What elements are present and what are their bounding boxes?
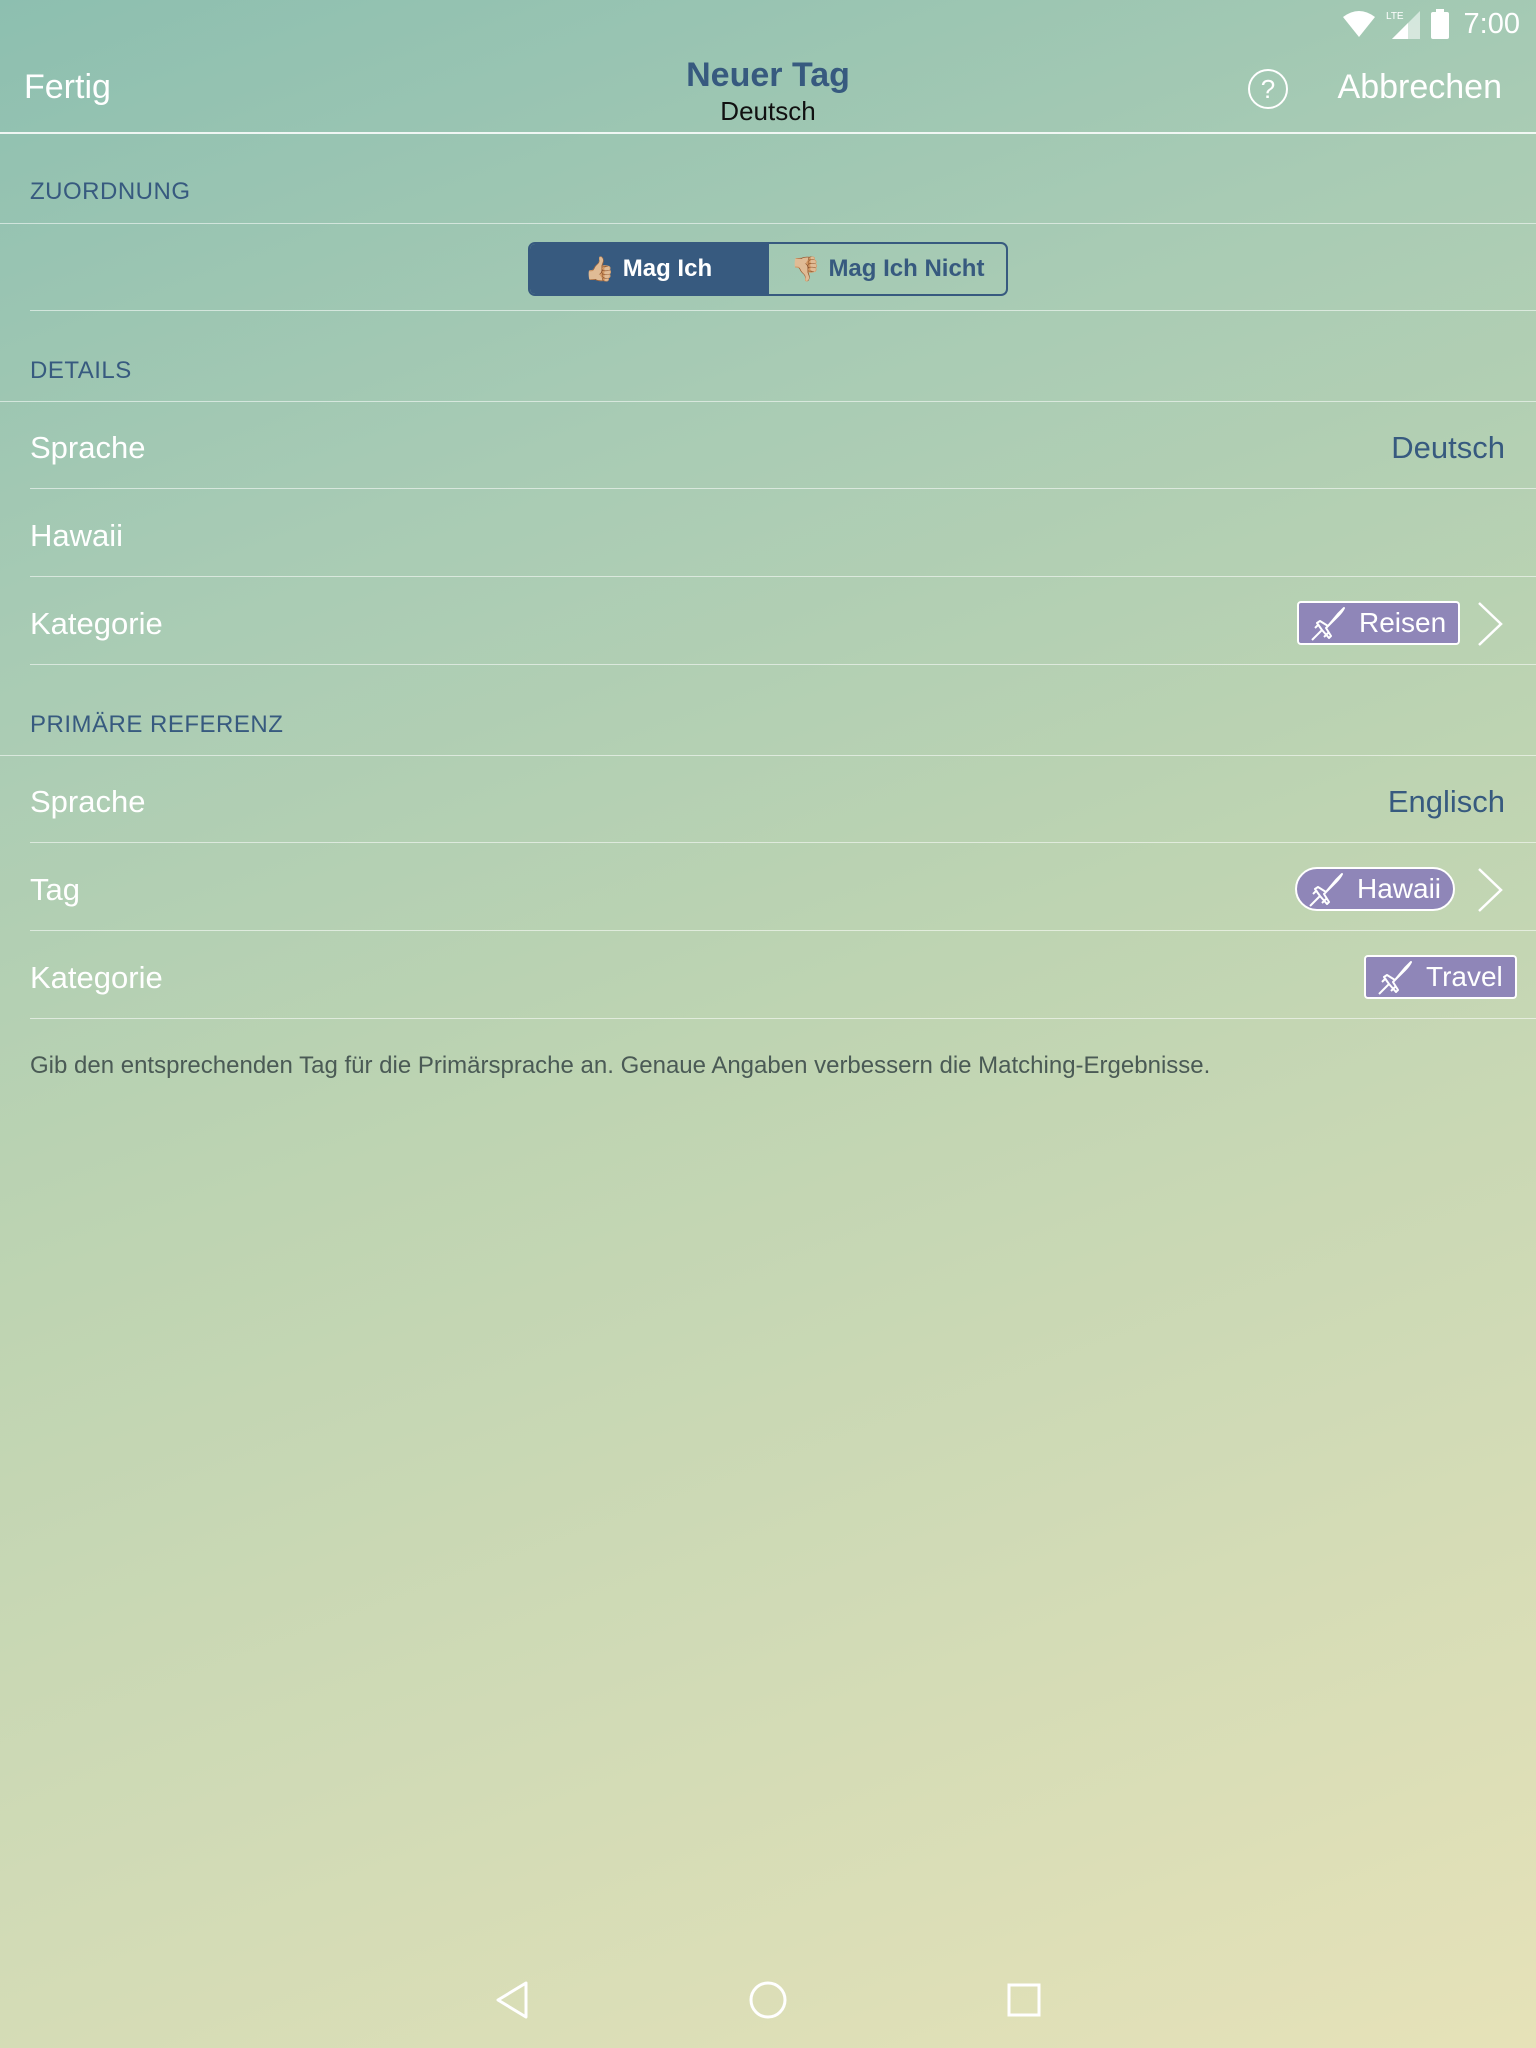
details-category-label: Kategorie <box>30 606 163 641</box>
reference-language-label: Sprache <box>30 784 146 819</box>
reference-category-label: Kategorie <box>30 960 163 995</box>
divider <box>30 664 1536 665</box>
help-button[interactable]: ? <box>1248 69 1288 109</box>
footer-note: Gib den entsprechenden Tag für die Primä… <box>30 1052 1211 1079</box>
details-category-chip-label: Reisen <box>1359 607 1447 638</box>
reference-tag-label: Tag <box>30 872 80 907</box>
reference-tag-chip-label: Hawaii <box>1357 873 1442 904</box>
section-header-zuordnung: ZUORDNUNG <box>30 178 191 205</box>
recents-button[interactable] <box>994 1970 1054 2030</box>
thumbs-up-icon: 👍🏼 <box>584 255 615 283</box>
segment-dislike[interactable]: 👎🏼 Mag Ich Nicht <box>767 244 1006 294</box>
divider <box>30 576 1536 577</box>
status-time: 7:00 <box>1463 7 1520 40</box>
section-header-primary-reference: PRIMÄRE REFERENZ <box>30 711 284 738</box>
details-language-value[interactable]: Deutsch <box>1391 430 1505 466</box>
chevron-right-icon[interactable] <box>1476 866 1504 914</box>
segment-like[interactable]: 👍🏼 Mag Ich <box>530 244 767 294</box>
page-title: Neuer Tag <box>686 56 850 94</box>
status-bar: LTE 7:00 <box>0 0 1536 48</box>
reference-tag-chip[interactable]: Hawaii <box>1295 867 1456 911</box>
recents-icon <box>1007 1983 1041 2017</box>
network-label: LTE <box>1386 11 1404 22</box>
divider <box>30 310 1536 311</box>
segment-like-label: Mag Ich <box>622 255 713 282</box>
airplane-icon <box>1311 607 1345 641</box>
segment-dislike-label: Mag Ich Nicht <box>828 255 985 282</box>
divider <box>30 842 1536 843</box>
details-language-label: Sprache <box>30 430 146 465</box>
nav-bar: Fertig Neuer Tag Deutsch ? Abbrechen <box>0 48 1536 134</box>
home-icon <box>749 1981 787 2019</box>
like-segmented-control: 👍🏼 Mag Ich 👎🏼 Mag Ich Nicht <box>528 242 1008 296</box>
reference-language-value[interactable]: Englisch <box>1388 784 1505 820</box>
reference-category-chip: Travel <box>1364 955 1517 999</box>
back-icon <box>496 1981 528 2019</box>
chevron-right-icon[interactable] <box>1476 600 1504 648</box>
section-header-details: DETAILS <box>30 357 132 384</box>
wifi-icon <box>1342 11 1375 37</box>
cancel-button[interactable]: Abbrechen <box>1338 68 1502 107</box>
reference-category-chip-label: Travel <box>1426 961 1503 992</box>
back-button[interactable] <box>482 1970 542 2030</box>
divider <box>0 401 1536 402</box>
system-navigation-bar <box>0 1960 1536 2040</box>
status-icons: LTE 7:00 <box>1342 8 1520 40</box>
page-subtitle: Deutsch <box>720 96 816 126</box>
signal-icon: LTE <box>1386 11 1420 39</box>
airplane-icon <box>1309 873 1343 907</box>
battery-icon <box>1430 9 1449 39</box>
airplane-icon <box>1378 961 1412 995</box>
divider <box>30 488 1536 489</box>
divider <box>0 755 1536 756</box>
divider <box>30 1018 1536 1019</box>
divider <box>0 223 1536 224</box>
divider <box>30 930 1536 931</box>
home-button[interactable] <box>738 1970 798 2030</box>
details-category-chip[interactable]: Reisen <box>1297 601 1461 645</box>
details-name-field[interactable]: Hawaii <box>30 518 123 554</box>
thumbs-down-icon: 👎🏼 <box>790 255 821 283</box>
